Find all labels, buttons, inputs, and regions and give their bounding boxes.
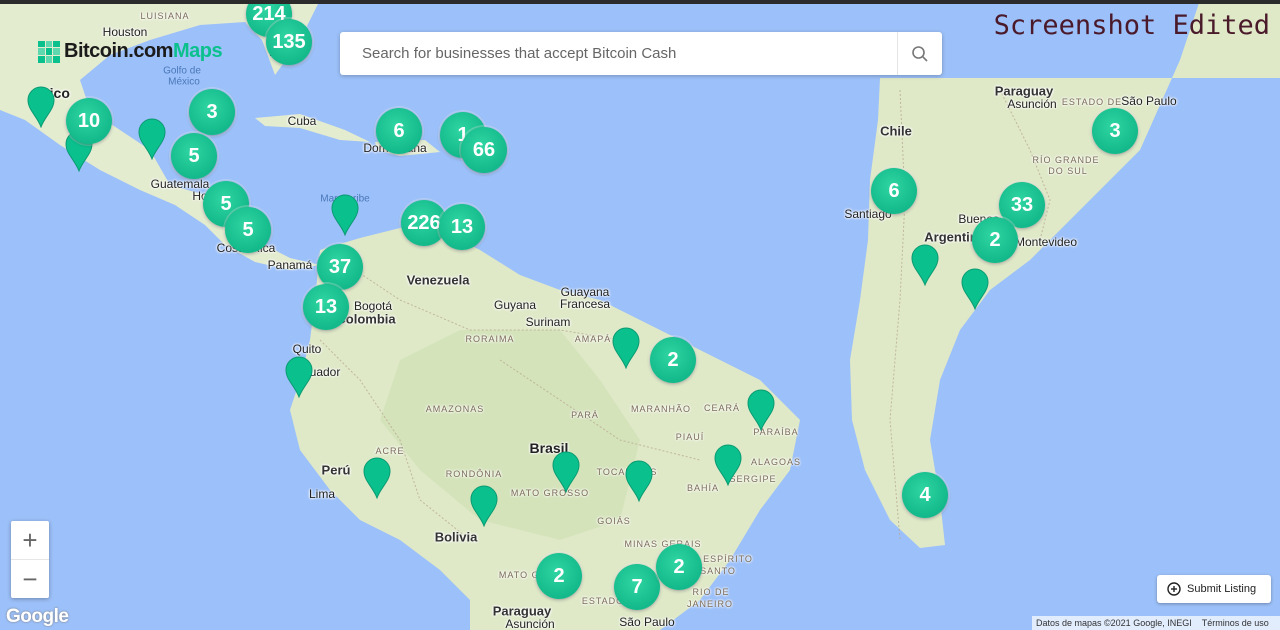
logo-text: Bitcoin.comMaps (64, 40, 223, 63)
place-label: Panamá (267, 258, 313, 272)
plus-circle-icon (1167, 582, 1181, 596)
marker-cluster[interactable]: 3 (189, 89, 235, 135)
place-label: Argentin (924, 229, 978, 245)
marker-cluster[interactable]: 5 (171, 133, 217, 179)
place-label: DO SUL (1048, 166, 1088, 176)
map-pin-icon[interactable] (284, 356, 314, 398)
map-canvas[interactable]: HoustonLUISIANAFLGolfo deMéxicoéxicoCuba… (0, 0, 1280, 630)
marker-cluster[interactable]: 2 (536, 553, 582, 599)
place-label: São Paulo (1121, 94, 1177, 108)
marker-cluster[interactable]: 3 (1092, 108, 1138, 154)
terms-link[interactable]: Términos de uso (1202, 618, 1269, 628)
place-label: RÍO GRANDE (1032, 155, 1100, 165)
place-label: MARANHÃO (630, 404, 692, 414)
logo-brand: Bitcoin.com (64, 40, 173, 62)
place-label: GOIÁS (597, 516, 631, 526)
place-label: ACRE (375, 446, 405, 456)
zoom-in-button[interactable]: + (11, 521, 49, 560)
marker-cluster[interactable]: 7 (614, 564, 660, 610)
map-pin-icon[interactable] (362, 457, 392, 499)
bitcoin-com-maps-logo[interactable]: Bitcoin.comMaps (38, 40, 223, 63)
marker-cluster[interactable]: 2 (650, 337, 696, 383)
place-label: Montevideo (1014, 235, 1078, 249)
marker-cluster[interactable]: 6 (376, 108, 422, 154)
map-pin-icon[interactable] (26, 86, 56, 128)
place-label: PARÁ (571, 410, 599, 420)
marker-cluster[interactable]: 4 (902, 472, 948, 518)
map-base-layer (0, 0, 1280, 630)
place-label: RIO DE (692, 587, 730, 597)
top-bar (0, 0, 1280, 4)
place-label: Perú (321, 462, 351, 478)
place-label: Asunción (505, 617, 555, 630)
place-label: Lima (308, 487, 336, 501)
search-button[interactable] (897, 32, 942, 75)
marker-cluster[interactable]: 13 (303, 284, 349, 330)
map-pin-icon[interactable] (746, 389, 776, 431)
marker-cluster[interactable]: 2 (656, 544, 702, 590)
minus-icon: − (22, 563, 38, 594)
marker-cluster[interactable]: 135 (266, 19, 312, 65)
marker-cluster[interactable]: 10 (66, 98, 112, 144)
marker-cluster[interactable]: 5 (225, 207, 271, 253)
place-label: Bolivia (434, 529, 478, 545)
place-label: RORAIMA (465, 334, 515, 344)
place-label: Quito (292, 342, 322, 356)
place-label: SANTO (700, 566, 736, 576)
map-pin-icon[interactable] (713, 444, 743, 486)
map-pin-icon[interactable] (551, 451, 581, 493)
marker-cluster[interactable]: 2 (972, 217, 1018, 263)
logo-mark-icon (38, 40, 60, 63)
place-label: Guyana (493, 298, 537, 312)
search-icon (912, 45, 928, 62)
place-label: Houston (102, 25, 148, 39)
marker-cluster[interactable]: 13 (439, 204, 485, 250)
submit-listing-button[interactable]: Submit Listing (1157, 575, 1271, 603)
zoom-out-button[interactable]: − (11, 560, 49, 598)
logo-product: Maps (172, 40, 223, 62)
plus-icon: + (22, 524, 38, 555)
place-label: Surinam (525, 315, 571, 329)
place-label: AMAPÁ (574, 334, 612, 344)
place-label: AMAZONAS (425, 404, 485, 414)
place-label: Francesa (559, 297, 611, 311)
attribution-text: Datos de mapas ©2021 Google, INEGI (1036, 618, 1192, 628)
map-pin-icon[interactable] (137, 118, 167, 160)
place-label: RONDÔNIA (445, 469, 503, 479)
search-bar (340, 32, 942, 75)
google-logo: Google (6, 606, 69, 627)
zoom-control: + − (11, 521, 49, 598)
map-attribution: Datos de mapas ©2021 Google, INEGI Térmi… (1032, 616, 1280, 630)
place-label: Chile (880, 123, 912, 139)
place-label: Asunción (1007, 97, 1057, 111)
map-pin-icon[interactable] (960, 268, 990, 310)
map-pin-icon[interactable] (330, 194, 360, 236)
place-label: LUISIANA (140, 11, 190, 21)
place-label: JANEIRO (686, 599, 734, 609)
place-label: ESPÍRITO (703, 554, 753, 564)
place-label: ESTADO DE (1061, 97, 1123, 107)
place-label: ALAGOAS (750, 457, 802, 467)
place-label: CEARÁ (703, 403, 741, 413)
place-label: Guayana (560, 285, 610, 299)
map-pin-icon[interactable] (611, 327, 641, 369)
place-label: Venezuela (406, 272, 470, 288)
map-pin-icon[interactable] (624, 460, 654, 502)
map-pin-icon[interactable] (469, 485, 499, 527)
screenshot-edited-stamp: Screenshot Edited (993, 10, 1270, 41)
place-label: PIAUÍ (675, 432, 705, 442)
submit-listing-label: Submit Listing (1187, 583, 1257, 595)
place-label: Cuba (287, 114, 317, 128)
search-input[interactable] (340, 32, 897, 75)
place-label: Golfo de (163, 65, 201, 77)
place-label: São Paulo (619, 615, 675, 629)
map-pin-icon[interactable] (910, 244, 940, 286)
marker-cluster[interactable]: 66 (461, 127, 507, 173)
marker-cluster[interactable]: 6 (871, 168, 917, 214)
place-label: México (168, 76, 200, 88)
